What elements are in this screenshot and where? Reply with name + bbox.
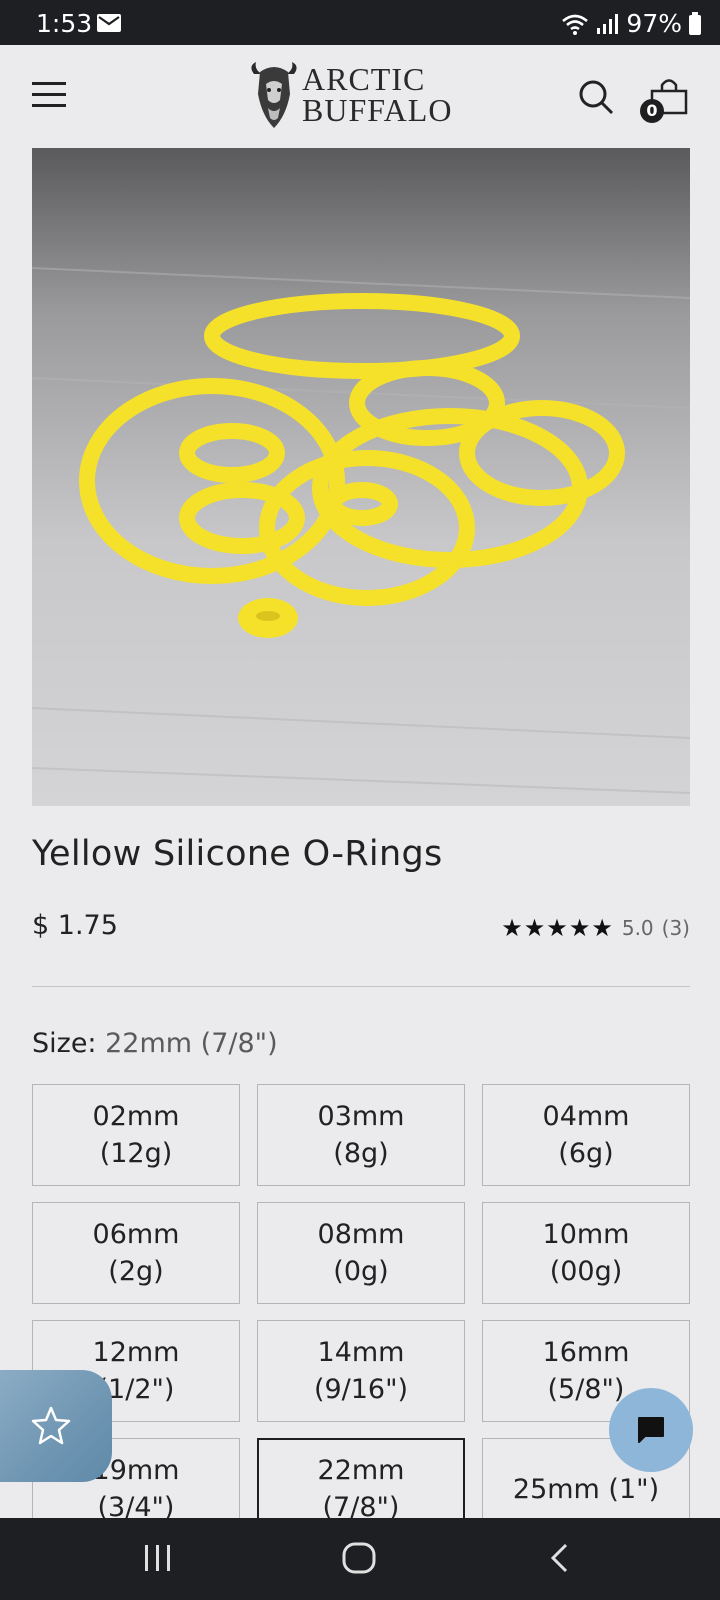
buffalo-logo-icon xyxy=(251,62,297,128)
recent-apps-icon[interactable] xyxy=(144,1542,172,1574)
size-option-gauge: (8g) xyxy=(333,1138,389,1169)
star-rating-icon: ★★★★★ xyxy=(501,914,614,942)
brand-line-1: ARCTIC xyxy=(302,61,426,97)
chat-button[interactable] xyxy=(609,1388,693,1472)
size-option-mm: 25mm (1") xyxy=(512,1473,660,1505)
size-option[interactable]: 03mm (8g) xyxy=(257,1084,465,1186)
brand-line-2: BUFFALO xyxy=(302,92,453,128)
size-option-gauge: (2g) xyxy=(108,1256,164,1287)
size-option[interactable]: 08mm (0g) xyxy=(257,1202,465,1304)
size-label-text: Size: xyxy=(32,1028,97,1059)
search-icon[interactable] xyxy=(578,79,614,115)
size-option-mm: 14mm xyxy=(317,1337,405,1368)
product-title: Yellow Silicone O-Rings xyxy=(32,834,443,874)
size-option-mm: 03mm xyxy=(317,1101,405,1132)
size-option-gauge: (6g) xyxy=(558,1138,614,1169)
size-option-gauge: (0g) xyxy=(333,1256,389,1287)
product-rating[interactable]: ★★★★★ 5.0 (3) xyxy=(501,914,690,942)
size-option-mm: 16mm xyxy=(542,1337,630,1368)
size-option-mm: 02mm xyxy=(92,1101,180,1132)
size-option[interactable]: 02mm (12g) xyxy=(32,1084,240,1186)
yellow-o-rings-photo xyxy=(32,148,690,806)
size-option-gauge: (12g) xyxy=(99,1138,173,1169)
size-option-mm: 04mm xyxy=(542,1101,630,1132)
size-option-mm: 10mm xyxy=(542,1219,630,1250)
size-option-mm: 06mm xyxy=(92,1219,180,1250)
size-option-mm: 22mm xyxy=(317,1455,405,1486)
divider xyxy=(32,986,690,987)
size-label: Size: 22mm (7/8") xyxy=(32,1028,278,1059)
battery-percent: 97% xyxy=(626,9,682,38)
rewards-button[interactable] xyxy=(0,1370,112,1482)
size-option[interactable]: 06mm (2g) xyxy=(32,1202,240,1304)
battery-icon xyxy=(689,11,701,35)
signal-icon xyxy=(597,13,619,34)
size-option[interactable]: 14mm (9/16") xyxy=(257,1320,465,1422)
size-option-gauge: (9/16") xyxy=(313,1374,409,1405)
size-option-mm: 12mm xyxy=(92,1337,180,1368)
product-price: $ 1.75 xyxy=(32,910,118,941)
brand-logo[interactable]: ARCTIC BUFFALO xyxy=(246,60,476,132)
back-icon[interactable] xyxy=(548,1542,570,1574)
cart-count-badge: 0 xyxy=(640,99,664,123)
size-option-gauge: (5/8") xyxy=(547,1374,625,1405)
home-icon[interactable] xyxy=(342,1542,376,1574)
size-option-mm: 08mm xyxy=(317,1219,405,1250)
review-count: (3) xyxy=(661,916,690,940)
wifi-icon xyxy=(562,14,589,35)
mail-icon xyxy=(97,14,121,32)
system-nav-bar xyxy=(0,1518,720,1600)
size-option[interactable]: 04mm (6g) xyxy=(482,1084,690,1186)
status-time: 1:53 xyxy=(36,9,93,38)
site-header: ARCTIC BUFFALO 0 xyxy=(0,45,720,145)
rating-value: 5.0 xyxy=(621,916,654,940)
status-bar: 1:53 97% xyxy=(0,0,720,45)
rewards-star-icon xyxy=(31,1406,71,1445)
cart-button[interactable]: 0 xyxy=(640,77,690,125)
product-image[interactable] xyxy=(32,148,690,806)
menu-icon[interactable] xyxy=(32,81,66,109)
size-option[interactable]: 10mm (00g) xyxy=(482,1202,690,1304)
brand-wordmark: ARCTIC BUFFALO xyxy=(302,61,453,128)
size-selected-value: 22mm (7/8") xyxy=(105,1028,278,1059)
size-option-gauge: (00g) xyxy=(549,1256,623,1287)
chat-bubble-icon xyxy=(638,1417,664,1443)
